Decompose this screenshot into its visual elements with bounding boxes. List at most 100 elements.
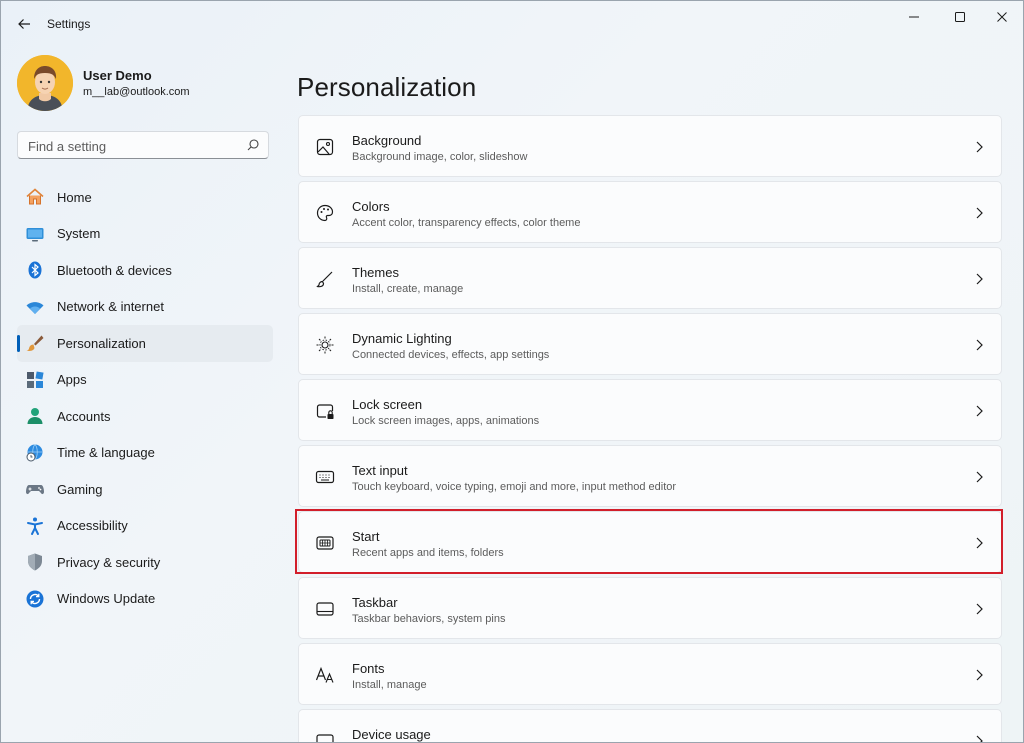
card-subtitle: Lock screen images, apps, animations bbox=[352, 415, 540, 427]
card-subtitle: Connected devices, effects, app settings bbox=[352, 349, 550, 361]
app-title: Settings bbox=[47, 17, 91, 31]
sidebar-item-label: Accounts bbox=[57, 408, 111, 424]
title-bar: Settings bbox=[1, 1, 1023, 47]
sidebar-item-windows-update[interactable]: Windows Update bbox=[17, 581, 273, 618]
settings-list: Background Background image, color, slid… bbox=[298, 115, 1002, 742]
search-input[interactable] bbox=[26, 136, 240, 156]
sidebar-item-apps[interactable]: Apps bbox=[17, 362, 273, 399]
sidebar-nav: Home System Bluetooth & devices Network … bbox=[17, 179, 273, 617]
back-arrow-icon bbox=[18, 19, 30, 29]
sidebar-item-network[interactable]: Network & internet bbox=[17, 289, 273, 326]
maximize-icon bbox=[955, 12, 965, 22]
card-subtitle: Background image, color, slideshow bbox=[352, 151, 528, 163]
sidebar-item-privacy[interactable]: Privacy & security bbox=[17, 544, 273, 581]
globe-clock-icon bbox=[25, 443, 45, 463]
chevron-right-icon bbox=[976, 669, 983, 681]
brush-icon bbox=[25, 333, 45, 353]
card-title: Device usage bbox=[352, 727, 431, 742]
card-subtitle: Taskbar behaviors, system pins bbox=[352, 613, 506, 625]
chevron-right-icon bbox=[976, 471, 983, 483]
person-icon bbox=[25, 406, 45, 426]
card-background[interactable]: Background Background image, color, slid… bbox=[298, 115, 1002, 177]
maximize-button[interactable] bbox=[937, 1, 983, 33]
close-icon bbox=[997, 12, 1007, 22]
search-icon[interactable] bbox=[246, 138, 260, 152]
sidebar-item-gaming[interactable]: Gaming bbox=[17, 471, 273, 508]
sidebar-item-label: Time & language bbox=[57, 445, 155, 461]
sidebar-item-system[interactable]: System bbox=[17, 216, 273, 253]
card-themes[interactable]: Themes Install, create, manage bbox=[298, 247, 1002, 309]
card-title: Colors bbox=[352, 199, 390, 214]
card-title: Background bbox=[352, 133, 422, 148]
sidebar-item-accessibility[interactable]: Accessibility bbox=[17, 508, 273, 545]
card-start[interactable]: Start Recent apps and items, folders bbox=[298, 511, 1002, 573]
sidebar-item-label: Home bbox=[57, 189, 92, 205]
home-icon bbox=[25, 187, 45, 207]
card-colors[interactable]: Colors Accent color, transparency effect… bbox=[298, 181, 1002, 243]
page-title: Personalization bbox=[297, 72, 477, 103]
user-email: m__lab@outlook.com bbox=[83, 86, 190, 98]
shield-icon bbox=[25, 552, 45, 572]
card-title: Themes bbox=[352, 265, 399, 280]
sidebar-item-accounts[interactable]: Accounts bbox=[17, 398, 273, 435]
sidebar-item-label: Windows Update bbox=[57, 591, 156, 607]
minimize-button[interactable] bbox=[891, 1, 937, 33]
chevron-right-icon bbox=[976, 603, 983, 615]
chevron-right-icon bbox=[976, 735, 983, 742]
start-icon bbox=[314, 532, 336, 554]
device-usage-icon bbox=[314, 730, 336, 742]
wifi-icon bbox=[25, 297, 45, 317]
sidebar-item-label: Gaming bbox=[57, 481, 103, 497]
accessibility-icon bbox=[25, 516, 45, 536]
gamepad-icon bbox=[25, 479, 45, 499]
sidebar-item-personalization[interactable]: Personalization bbox=[17, 325, 273, 362]
minimize-icon bbox=[909, 16, 919, 18]
user-avatar-icon bbox=[17, 55, 73, 111]
apps-icon bbox=[25, 370, 45, 390]
card-subtitle: Recent apps and items, folders bbox=[352, 547, 504, 559]
user-name: User Demo bbox=[83, 68, 152, 83]
image-icon bbox=[314, 136, 336, 158]
sidebar-item-home[interactable]: Home bbox=[17, 179, 273, 216]
back-button[interactable] bbox=[13, 13, 35, 35]
chevron-right-icon bbox=[976, 537, 983, 549]
card-fonts[interactable]: Fonts Install, manage bbox=[298, 643, 1002, 705]
card-subtitle: Install, manage bbox=[352, 679, 427, 691]
card-text-input[interactable]: Text input Touch keyboard, voice typing,… bbox=[298, 445, 1002, 507]
sidebar-item-label: System bbox=[57, 226, 101, 242]
card-subtitle: Accent color, transparency effects, colo… bbox=[352, 217, 581, 229]
card-title: Start bbox=[352, 529, 380, 544]
sidebar-item-label: Apps bbox=[57, 372, 87, 388]
card-lock-screen[interactable]: Lock screen Lock screen images, apps, an… bbox=[298, 379, 1002, 441]
search-box[interactable] bbox=[17, 131, 269, 159]
card-dynamic-lighting[interactable]: Dynamic Lighting Connected devices, effe… bbox=[298, 313, 1002, 375]
brush-icon bbox=[314, 268, 336, 290]
update-icon bbox=[25, 589, 45, 609]
sidebar-item-time-language[interactable]: Time & language bbox=[17, 435, 273, 472]
sidebar-item-label: Personalization bbox=[57, 335, 146, 351]
card-device-usage[interactable]: Device usage bbox=[298, 709, 1002, 742]
bluetooth-icon bbox=[25, 260, 45, 280]
card-title: Taskbar bbox=[352, 595, 398, 610]
avatar[interactable] bbox=[17, 55, 73, 111]
sidebar-item-bluetooth[interactable]: Bluetooth & devices bbox=[17, 252, 273, 289]
card-taskbar[interactable]: Taskbar Taskbar behaviors, system pins bbox=[298, 577, 1002, 639]
sidebar-item-label: Accessibility bbox=[57, 518, 128, 534]
card-title: Fonts bbox=[352, 661, 385, 676]
chevron-right-icon bbox=[976, 339, 983, 351]
sidebar-item-label: Bluetooth & devices bbox=[57, 262, 172, 278]
lock-screen-icon bbox=[314, 400, 336, 422]
chevron-right-icon bbox=[976, 273, 983, 285]
chevron-right-icon bbox=[976, 207, 983, 219]
card-title: Dynamic Lighting bbox=[352, 331, 452, 346]
card-subtitle: Touch keyboard, voice typing, emoji and … bbox=[352, 481, 677, 493]
monitor-icon bbox=[25, 224, 45, 244]
taskbar-icon bbox=[314, 598, 336, 620]
settings-window: Settings User Demo m__lab@outlook.com Fi… bbox=[0, 0, 1024, 743]
card-subtitle: Install, create, manage bbox=[352, 283, 464, 295]
lighting-icon bbox=[314, 334, 336, 356]
sidebar-item-label: Privacy & security bbox=[57, 554, 161, 570]
close-button[interactable] bbox=[979, 1, 1023, 33]
chevron-right-icon bbox=[976, 141, 983, 153]
font-icon bbox=[314, 664, 336, 686]
